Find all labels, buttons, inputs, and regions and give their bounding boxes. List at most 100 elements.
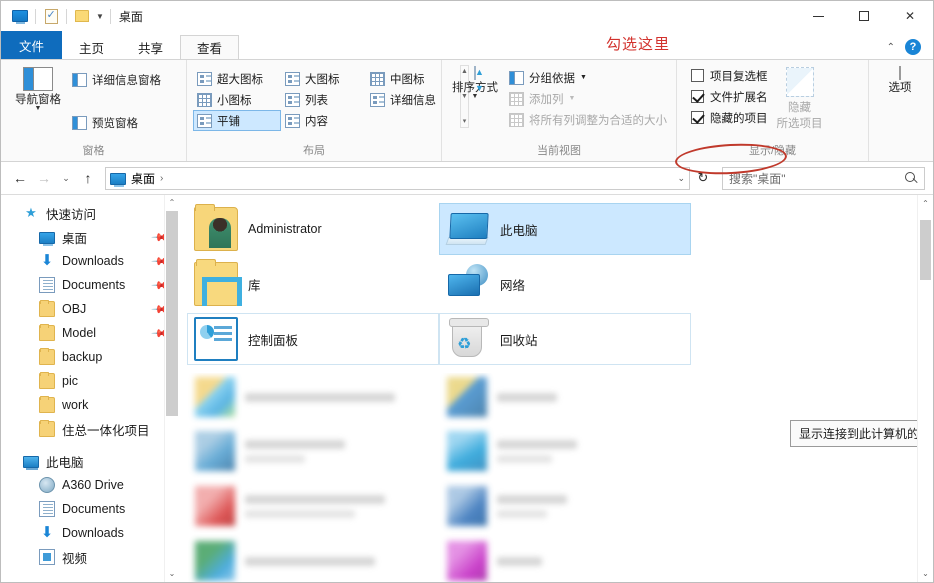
- scroll-down-icon[interactable]: ⌄: [169, 566, 176, 582]
- options-icon: [899, 66, 901, 80]
- sidebar-item-backup[interactable]: backup: [1, 345, 179, 369]
- add-column-button[interactable]: 添加列 ▼: [506, 88, 670, 109]
- options-button[interactable]: 选项: [875, 65, 925, 94]
- tab-view[interactable]: 查看: [180, 35, 240, 59]
- navigation-pane-button[interactable]: 导航窗格 ▼: [7, 65, 69, 112]
- scrollbar-track[interactable]: [918, 212, 933, 565]
- recent-locations-button[interactable]: ⌄: [57, 166, 75, 190]
- file-explorer-window: ▼ 桌面 ✕ 文件 主页 共享 查看 勾选这里 ⌃ ? 导航窗格: [0, 0, 934, 583]
- chevron-up-icon[interactable]: ⌃: [887, 42, 895, 53]
- chevron-down-icon[interactable]: ▼: [96, 12, 104, 21]
- document-icon: [39, 277, 55, 293]
- preview-pane-label: 预览窗格: [92, 117, 138, 130]
- add-column-icon: [509, 91, 524, 106]
- tab-share[interactable]: 共享: [121, 35, 180, 59]
- checkbox[interactable]: [691, 69, 704, 82]
- preview-pane-button[interactable]: 预览窗格: [69, 112, 164, 133]
- maximize-button[interactable]: [841, 1, 887, 31]
- chevron-down-icon: ▼: [34, 105, 42, 112]
- sidebar-item-documents[interactable]: Documents 📌: [1, 273, 179, 297]
- close-button[interactable]: ✕: [887, 1, 933, 31]
- fit-columns-button[interactable]: 将所有列调整为合适的大小: [506, 109, 670, 130]
- new-folder-icon[interactable]: [71, 5, 93, 27]
- tile-control-panel[interactable]: 控制面板: [187, 313, 439, 365]
- tile-administrator[interactable]: Administrator: [187, 203, 439, 255]
- monitor-icon[interactable]: [9, 5, 31, 27]
- library-icon: [194, 259, 242, 306]
- group-by-icon: [509, 70, 524, 85]
- refresh-button[interactable]: ↻: [692, 166, 714, 190]
- file-tile-grid: Administrator 此电脑 库 网络 控制面板 ♻ 回收站: [179, 195, 917, 582]
- hidden-items-option[interactable]: 隐藏的项目: [689, 107, 770, 128]
- sidebar-item-a360-drive[interactable]: A360 Drive: [1, 473, 179, 497]
- search-icon[interactable]: [905, 171, 918, 185]
- sidebar-item-obj[interactable]: OBJ 📌: [1, 297, 179, 321]
- view-small-icons[interactable]: 小图标: [193, 89, 281, 110]
- sidebar-item-this-pc[interactable]: 此电脑: [1, 449, 179, 473]
- scroll-up-icon[interactable]: ⌃: [922, 195, 929, 212]
- sidebar-item-downloads[interactable]: ⬇ Downloads 📌: [1, 249, 179, 273]
- tile-this-pc[interactable]: 此电脑: [439, 203, 691, 255]
- divider: [109, 8, 111, 24]
- scrollbar-thumb[interactable]: [920, 220, 931, 280]
- scroll-up-icon[interactable]: ⌃: [169, 195, 176, 211]
- checkbox[interactable]: [691, 111, 704, 124]
- tab-file[interactable]: 文件: [1, 31, 63, 59]
- sidebar-scrollbar[interactable]: ⌃ ⌄: [164, 195, 179, 582]
- properties-icon[interactable]: [40, 5, 62, 27]
- view-content[interactable]: 内容: [281, 110, 366, 131]
- divider: [66, 8, 67, 24]
- view-extra-large-icons[interactable]: 超大图标: [193, 68, 281, 89]
- window-title: 桌面: [118, 9, 143, 24]
- ribbon-group-panes: 导航窗格 ▼ 详细信息窗格 预览窗格 窗格: [1, 60, 187, 161]
- forward-button[interactable]: →: [33, 166, 55, 190]
- details-pane-button[interactable]: 详细信息窗格: [69, 69, 164, 90]
- checkbox[interactable]: [691, 90, 704, 103]
- ribbon-controls: ⌃ ?: [887, 39, 933, 59]
- annotation-text: 勾选这里: [606, 35, 671, 53]
- item-checkboxes-option[interactable]: 项目复选框: [689, 65, 770, 86]
- hidden-items-label: 隐藏的项目: [710, 112, 768, 125]
- tile-network[interactable]: 网络: [439, 258, 691, 310]
- view-list[interactable]: 列表: [281, 89, 366, 110]
- scroll-down-icon[interactable]: ⌄: [922, 565, 929, 582]
- minimize-button[interactable]: [795, 1, 841, 31]
- breadcrumb[interactable]: 桌面 › ⌄: [105, 166, 690, 190]
- sidebar-item-videos[interactable]: 视频: [1, 545, 179, 569]
- sidebar-item-documents-pc[interactable]: Documents: [1, 497, 179, 521]
- scrollbar-thumb[interactable]: [166, 211, 178, 416]
- hide-selected-items-button[interactable]: 隐藏 所选项目: [770, 65, 830, 131]
- file-extensions-option[interactable]: 文件扩展名: [689, 86, 770, 107]
- a360-icon: [39, 477, 55, 493]
- sidebar-item-zhuzong[interactable]: 住总一体化项目: [1, 417, 179, 441]
- help-icon[interactable]: ?: [905, 39, 921, 55]
- group-by-button[interactable]: 分组依据 ▼: [506, 67, 670, 88]
- sidebar-item-downloads-pc[interactable]: ⬇ Downloads: [1, 521, 179, 545]
- sort-by-button[interactable]: ▲ ▼ 排序方式 ▼: [448, 65, 502, 100]
- view-large-icons[interactable]: 大图标: [281, 68, 366, 89]
- sidebar-item-label: OBJ: [62, 302, 87, 316]
- breadcrumb-item-desktop[interactable]: 桌面: [110, 170, 155, 187]
- chevron-right-icon[interactable]: ›: [160, 173, 163, 184]
- breadcrumb-label: 桌面: [131, 171, 156, 186]
- sidebar-item-pic[interactable]: pic: [1, 369, 179, 393]
- item-checkboxes-label: 项目复选框: [710, 70, 768, 83]
- list-icon: [285, 92, 300, 107]
- chevron-down-icon[interactable]: ⌄: [677, 173, 685, 184]
- search-input[interactable]: 搜索"桌面": [722, 166, 925, 190]
- back-button[interactable]: ←: [9, 166, 31, 190]
- sort-icon: ▲ ▼: [474, 66, 484, 93]
- scrollbar-track[interactable]: [165, 211, 179, 566]
- tile-recycle-bin[interactable]: 回收站: [439, 313, 691, 365]
- sidebar-item-label: backup: [62, 350, 103, 364]
- tile-library[interactable]: 库: [187, 258, 439, 310]
- sidebar-item-quick-access[interactable]: ★ 快速访问: [1, 201, 179, 225]
- sidebar-item-desktop[interactable]: 桌面 📌: [1, 225, 179, 249]
- options-label: 选项: [888, 82, 912, 94]
- sidebar-item-model[interactable]: Model 📌: [1, 321, 179, 345]
- content-scrollbar[interactable]: ⌃ ⌄: [917, 195, 933, 582]
- view-tiles[interactable]: 平铺: [193, 110, 281, 131]
- up-button[interactable]: ↑: [77, 166, 99, 190]
- sidebar-item-work[interactable]: work: [1, 393, 179, 417]
- tab-home[interactable]: 主页: [62, 35, 121, 59]
